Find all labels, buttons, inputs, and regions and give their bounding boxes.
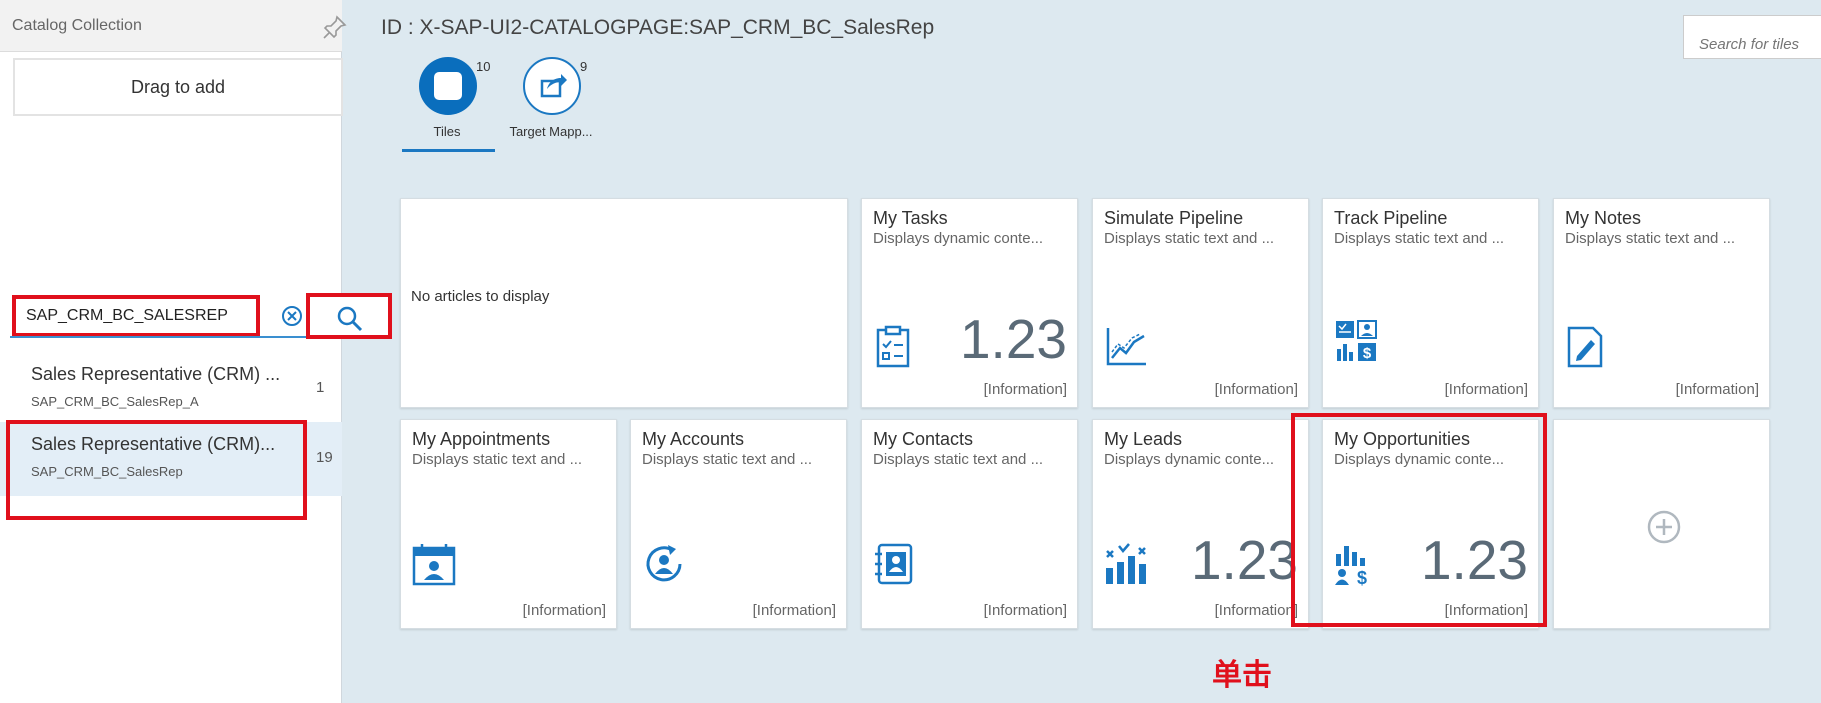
news-empty-text: No articles to display xyxy=(411,288,550,305)
pin-icon[interactable] xyxy=(322,14,348,40)
opportunities-highlight xyxy=(1291,413,1547,627)
tile-my-appointments[interactable]: My Appointments Displays static text and… xyxy=(400,419,617,629)
tile-info: [Information] xyxy=(1214,602,1298,619)
search-underline xyxy=(10,336,310,338)
tile-title: My Leads xyxy=(1104,429,1183,449)
tile-info: [Information] xyxy=(1444,381,1528,398)
plus-circle-icon xyxy=(1647,510,1681,549)
tile-my-accounts[interactable]: My Accounts Displays static text and ...… xyxy=(630,419,847,629)
tile-title: My Accounts xyxy=(642,429,745,449)
tile-my-leads[interactable]: My Leads Displays dynamic conte... 1.23 … xyxy=(1092,419,1309,629)
catalog-list-item[interactable]: Sales Representative (CRM) ... SAP_CRM_B… xyxy=(0,352,342,426)
pipeline-grid-icon: $ xyxy=(1334,319,1378,363)
click-annotation: 单击 xyxy=(1212,659,1272,692)
sidebar-title: Catalog Collection xyxy=(12,17,142,34)
search-button[interactable] xyxy=(306,293,392,339)
account-refresh-icon xyxy=(642,542,686,586)
tile-title: My Notes xyxy=(1565,208,1642,228)
tile-title: My Tasks xyxy=(873,208,948,228)
tile-my-contacts[interactable]: My Contacts Displays static text and ...… xyxy=(861,419,1078,629)
tile-subtitle: Displays static text and ... xyxy=(412,451,583,468)
tile-subtitle: Displays dynamic conte... xyxy=(1104,451,1275,468)
tile-subtitle: Displays dynamic conte... xyxy=(873,230,1044,247)
calendar-person-icon xyxy=(412,542,456,586)
tile-info: [Information] xyxy=(1675,381,1759,398)
tile-simulate-pipeline[interactable]: Simulate Pipeline Displays static text a… xyxy=(1092,198,1309,408)
tile-subtitle: Displays static text and ... xyxy=(1104,230,1275,247)
tab-label: Tiles xyxy=(433,124,461,139)
line-chart-icon xyxy=(1104,324,1148,368)
tile-my-tasks[interactable]: My Tasks Displays dynamic conte... 1.23 … xyxy=(861,198,1078,408)
tile-title: Simulate Pipeline xyxy=(1104,208,1244,228)
tile-subtitle: Displays static text and ... xyxy=(873,451,1044,468)
clear-search-icon[interactable] xyxy=(280,304,304,328)
tile-info: [Information] xyxy=(1214,381,1298,398)
catalog-search-input[interactable] xyxy=(12,295,260,337)
selected-catalog-highlight xyxy=(6,420,307,520)
tile-info: [Information] xyxy=(983,602,1067,619)
task-clipboard-icon xyxy=(873,324,917,368)
catalog-item-title: Sales Representative (CRM) ... xyxy=(31,364,281,384)
catalog-search xyxy=(10,293,392,339)
drag-to-add-area[interactable]: Drag to add xyxy=(13,58,343,116)
tile-title: Track Pipeline xyxy=(1334,208,1448,228)
catalog-item-count: 19 xyxy=(316,449,333,466)
tile-subtitle: Displays static text and ... xyxy=(642,451,813,468)
tile-subtitle: Displays static text and ... xyxy=(1565,230,1736,247)
tile-title: My Contacts xyxy=(873,429,974,449)
tile-my-notes[interactable]: My Notes Displays static text and ... [I… xyxy=(1553,198,1770,408)
tile-kpi-value: 1.23 xyxy=(959,308,1067,370)
page-title: ID : X-SAP-UI2-CATALOGPAGE:SAP_CRM_BC_Sa… xyxy=(381,16,935,39)
tile-track-pipeline[interactable]: Track Pipeline Displays static text and … xyxy=(1322,198,1539,408)
search-icon xyxy=(337,306,363,332)
catalog-sidebar: Catalog Collection Drag to add Sales Rep… xyxy=(0,0,392,703)
news-tile[interactable]: No articles to display xyxy=(400,198,848,408)
tile-square-icon xyxy=(419,57,477,115)
catalog-item-count: 1 xyxy=(316,379,325,396)
tab-label: Target Mapp... xyxy=(509,124,593,139)
tab-count: 9 xyxy=(580,59,588,74)
active-tab-indicator xyxy=(402,149,495,152)
note-pencil-icon xyxy=(1565,324,1609,368)
add-tile-button[interactable] xyxy=(1553,419,1770,629)
catalog-item-id: SAP_CRM_BC_SalesRep_A xyxy=(31,394,199,409)
tile-info: [Information] xyxy=(983,381,1067,398)
tile-info: [Information] xyxy=(752,602,836,619)
tab-count: 10 xyxy=(476,59,491,74)
sidebar-header: Catalog Collection xyxy=(0,0,347,52)
contact-book-icon xyxy=(873,542,917,586)
tile-search-input[interactable] xyxy=(1683,15,1821,59)
tile-info: [Information] xyxy=(522,602,606,619)
tile-subtitle: Displays static text and ... xyxy=(1334,230,1505,247)
leads-chart-icon xyxy=(1104,542,1148,586)
tile-kpi-value: 1.23 xyxy=(1190,529,1298,591)
svg-text:$: $ xyxy=(1363,345,1372,362)
share-arrow-icon xyxy=(523,57,581,115)
tile-title: My Appointments xyxy=(412,429,551,449)
